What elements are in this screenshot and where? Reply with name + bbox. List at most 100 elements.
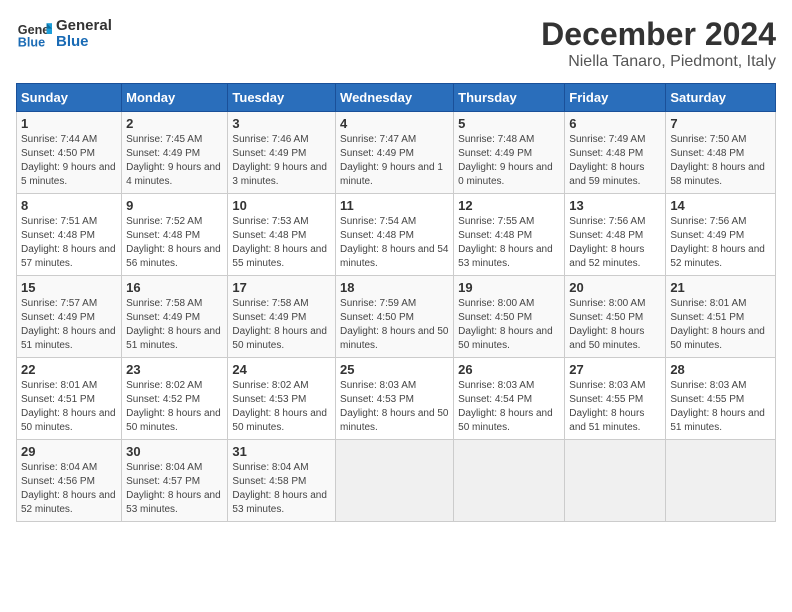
day-info: Sunrise: 8:03 AM Sunset: 4:54 PM Dayligh…	[458, 379, 560, 435]
day-number: 3	[232, 116, 331, 131]
day-info: Sunrise: 7:59 AM Sunset: 4:50 PM Dayligh…	[340, 297, 449, 353]
calendar-cell: 11 Sunrise: 7:54 AM Sunset: 4:48 PM Dayli…	[336, 194, 454, 276]
day-info: Sunrise: 8:04 AM Sunset: 4:56 PM Dayligh…	[21, 461, 117, 517]
header-row: SundayMondayTuesdayWednesdayThursdayFrid…	[17, 84, 776, 112]
calendar-cell: 16 Sunrise: 7:58 AM Sunset: 4:49 PM Dayli…	[122, 276, 228, 358]
header-day-saturday: Saturday	[666, 84, 776, 112]
day-info: Sunrise: 7:53 AM Sunset: 4:48 PM Dayligh…	[232, 215, 331, 271]
week-row-4: 22 Sunrise: 8:01 AM Sunset: 4:51 PM Dayli…	[17, 358, 776, 440]
svg-text:Blue: Blue	[18, 36, 45, 50]
calendar-cell: 17 Sunrise: 7:58 AM Sunset: 4:49 PM Dayli…	[228, 276, 336, 358]
day-info: Sunrise: 7:46 AM Sunset: 4:49 PM Dayligh…	[232, 133, 331, 189]
calendar-cell	[565, 440, 666, 522]
subtitle: Niella Tanaro, Piedmont, Italy	[541, 53, 776, 71]
day-info: Sunrise: 8:03 AM Sunset: 4:55 PM Dayligh…	[569, 379, 661, 435]
day-number: 18	[340, 280, 449, 295]
day-number: 21	[670, 280, 771, 295]
day-number: 12	[458, 198, 560, 213]
day-number: 15	[21, 280, 117, 295]
day-info: Sunrise: 7:57 AM Sunset: 4:49 PM Dayligh…	[21, 297, 117, 353]
calendar-cell: 6Sunrise: 7:49 AM Sunset: 4:48 PM Daylig…	[565, 112, 666, 194]
calendar-cell: 27Sunrise: 8:03 AM Sunset: 4:55 PM Dayli…	[565, 358, 666, 440]
day-number: 11	[340, 198, 449, 213]
day-number: 22	[21, 362, 117, 377]
day-number: 9	[126, 198, 223, 213]
day-number: 7	[670, 116, 771, 131]
calendar-cell: 5Sunrise: 7:48 AM Sunset: 4:49 PM Daylig…	[454, 112, 565, 194]
day-number: 4	[340, 116, 449, 131]
day-info: Sunrise: 7:54 AM Sunset: 4:48 PM Dayligh…	[340, 215, 449, 271]
calendar-cell: 3 Sunrise: 7:46 AM Sunset: 4:49 PM Daylig…	[228, 112, 336, 194]
header-day-tuesday: Tuesday	[228, 84, 336, 112]
header-day-friday: Friday	[565, 84, 666, 112]
day-number: 24	[232, 362, 331, 377]
calendar-cell: 28 Sunrise: 8:03 AM Sunset: 4:55 PM Dayli…	[666, 358, 776, 440]
day-number: 1	[21, 116, 117, 131]
day-number: 10	[232, 198, 331, 213]
week-row-2: 8Sunrise: 7:51 AM Sunset: 4:48 PM Daylig…	[17, 194, 776, 276]
calendar-cell: 18 Sunrise: 7:59 AM Sunset: 4:50 PM Dayli…	[336, 276, 454, 358]
day-number: 2	[126, 116, 223, 131]
day-info: Sunrise: 8:02 AM Sunset: 4:52 PM Dayligh…	[126, 379, 223, 435]
calendar-cell: 24 Sunrise: 8:02 AM Sunset: 4:53 PM Dayli…	[228, 358, 336, 440]
calendar-cell: 1 Sunrise: 7:44 AM Sunset: 4:50 PM Daylig…	[17, 112, 122, 194]
calendar-cell: 21 Sunrise: 8:01 AM Sunset: 4:51 PM Dayli…	[666, 276, 776, 358]
calendar-cell: 2 Sunrise: 7:45 AM Sunset: 4:49 PM Daylig…	[122, 112, 228, 194]
calendar-cell: 31Sunrise: 8:04 AM Sunset: 4:58 PM Dayli…	[228, 440, 336, 522]
day-number: 13	[569, 198, 661, 213]
day-number: 29	[21, 444, 117, 459]
calendar-cell	[666, 440, 776, 522]
day-info: Sunrise: 8:00 AM Sunset: 4:50 PM Dayligh…	[458, 297, 560, 353]
day-number: 23	[126, 362, 223, 377]
logo-icon: General Blue	[16, 16, 52, 52]
day-number: 16	[126, 280, 223, 295]
calendar-cell: 12Sunrise: 7:55 AM Sunset: 4:48 PM Dayli…	[454, 194, 565, 276]
day-info: Sunrise: 7:47 AM Sunset: 4:49 PM Dayligh…	[340, 133, 449, 189]
week-row-1: 1 Sunrise: 7:44 AM Sunset: 4:50 PM Daylig…	[17, 112, 776, 194]
calendar-cell	[336, 440, 454, 522]
day-info: Sunrise: 7:45 AM Sunset: 4:49 PM Dayligh…	[126, 133, 223, 189]
day-number: 6	[569, 116, 661, 131]
calendar-cell: 15 Sunrise: 7:57 AM Sunset: 4:49 PM Dayli…	[17, 276, 122, 358]
day-info: Sunrise: 7:52 AM Sunset: 4:48 PM Dayligh…	[126, 215, 223, 271]
day-number: 20	[569, 280, 661, 295]
day-info: Sunrise: 8:01 AM Sunset: 4:51 PM Dayligh…	[670, 297, 771, 353]
day-info: Sunrise: 8:03 AM Sunset: 4:53 PM Dayligh…	[340, 379, 449, 435]
calendar-cell: 30 Sunrise: 8:04 AM Sunset: 4:57 PM Dayli…	[122, 440, 228, 522]
day-info: Sunrise: 8:02 AM Sunset: 4:53 PM Dayligh…	[232, 379, 331, 435]
day-info: Sunrise: 8:00 AM Sunset: 4:50 PM Dayligh…	[569, 297, 661, 353]
calendar-cell: 7Sunrise: 7:50 AM Sunset: 4:48 PM Daylig…	[666, 112, 776, 194]
day-number: 19	[458, 280, 560, 295]
week-row-3: 15 Sunrise: 7:57 AM Sunset: 4:49 PM Dayli…	[17, 276, 776, 358]
day-info: Sunrise: 7:58 AM Sunset: 4:49 PM Dayligh…	[232, 297, 331, 353]
header-day-sunday: Sunday	[17, 84, 122, 112]
main-title: December 2024	[541, 16, 776, 53]
day-number: 17	[232, 280, 331, 295]
day-info: Sunrise: 7:58 AM Sunset: 4:49 PM Dayligh…	[126, 297, 223, 353]
day-number: 25	[340, 362, 449, 377]
day-info: Sunrise: 8:03 AM Sunset: 4:55 PM Dayligh…	[670, 379, 771, 435]
calendar-cell: 9 Sunrise: 7:52 AM Sunset: 4:48 PM Daylig…	[122, 194, 228, 276]
day-number: 31	[232, 444, 331, 459]
day-number: 26	[458, 362, 560, 377]
calendar-cell: 26 Sunrise: 8:03 AM Sunset: 4:54 PM Dayli…	[454, 358, 565, 440]
day-info: Sunrise: 8:01 AM Sunset: 4:51 PM Dayligh…	[21, 379, 117, 435]
day-info: Sunrise: 7:44 AM Sunset: 4:50 PM Dayligh…	[21, 133, 117, 189]
day-info: Sunrise: 8:04 AM Sunset: 4:57 PM Dayligh…	[126, 461, 223, 517]
header-day-monday: Monday	[122, 84, 228, 112]
calendar-cell: 10 Sunrise: 7:53 AM Sunset: 4:48 PM Dayli…	[228, 194, 336, 276]
day-number: 8	[21, 198, 117, 213]
day-number: 30	[126, 444, 223, 459]
calendar-cell: 22 Sunrise: 8:01 AM Sunset: 4:51 PM Dayli…	[17, 358, 122, 440]
title-area: December 2024 Niella Tanaro, Piedmont, I…	[541, 16, 776, 71]
day-info: Sunrise: 7:56 AM Sunset: 4:49 PM Dayligh…	[670, 215, 771, 271]
calendar-cell: 8Sunrise: 7:51 AM Sunset: 4:48 PM Daylig…	[17, 194, 122, 276]
logo: General Blue General Blue	[16, 16, 112, 52]
day-number: 28	[670, 362, 771, 377]
day-number: 5	[458, 116, 560, 131]
header-day-wednesday: Wednesday	[336, 84, 454, 112]
header: General Blue General Blue December 2024 …	[16, 16, 776, 71]
calendar-cell: 14Sunrise: 7:56 AM Sunset: 4:49 PM Dayli…	[666, 194, 776, 276]
calendar-cell: 25 Sunrise: 8:03 AM Sunset: 4:53 PM Dayli…	[336, 358, 454, 440]
logo-text: General Blue	[56, 18, 112, 51]
